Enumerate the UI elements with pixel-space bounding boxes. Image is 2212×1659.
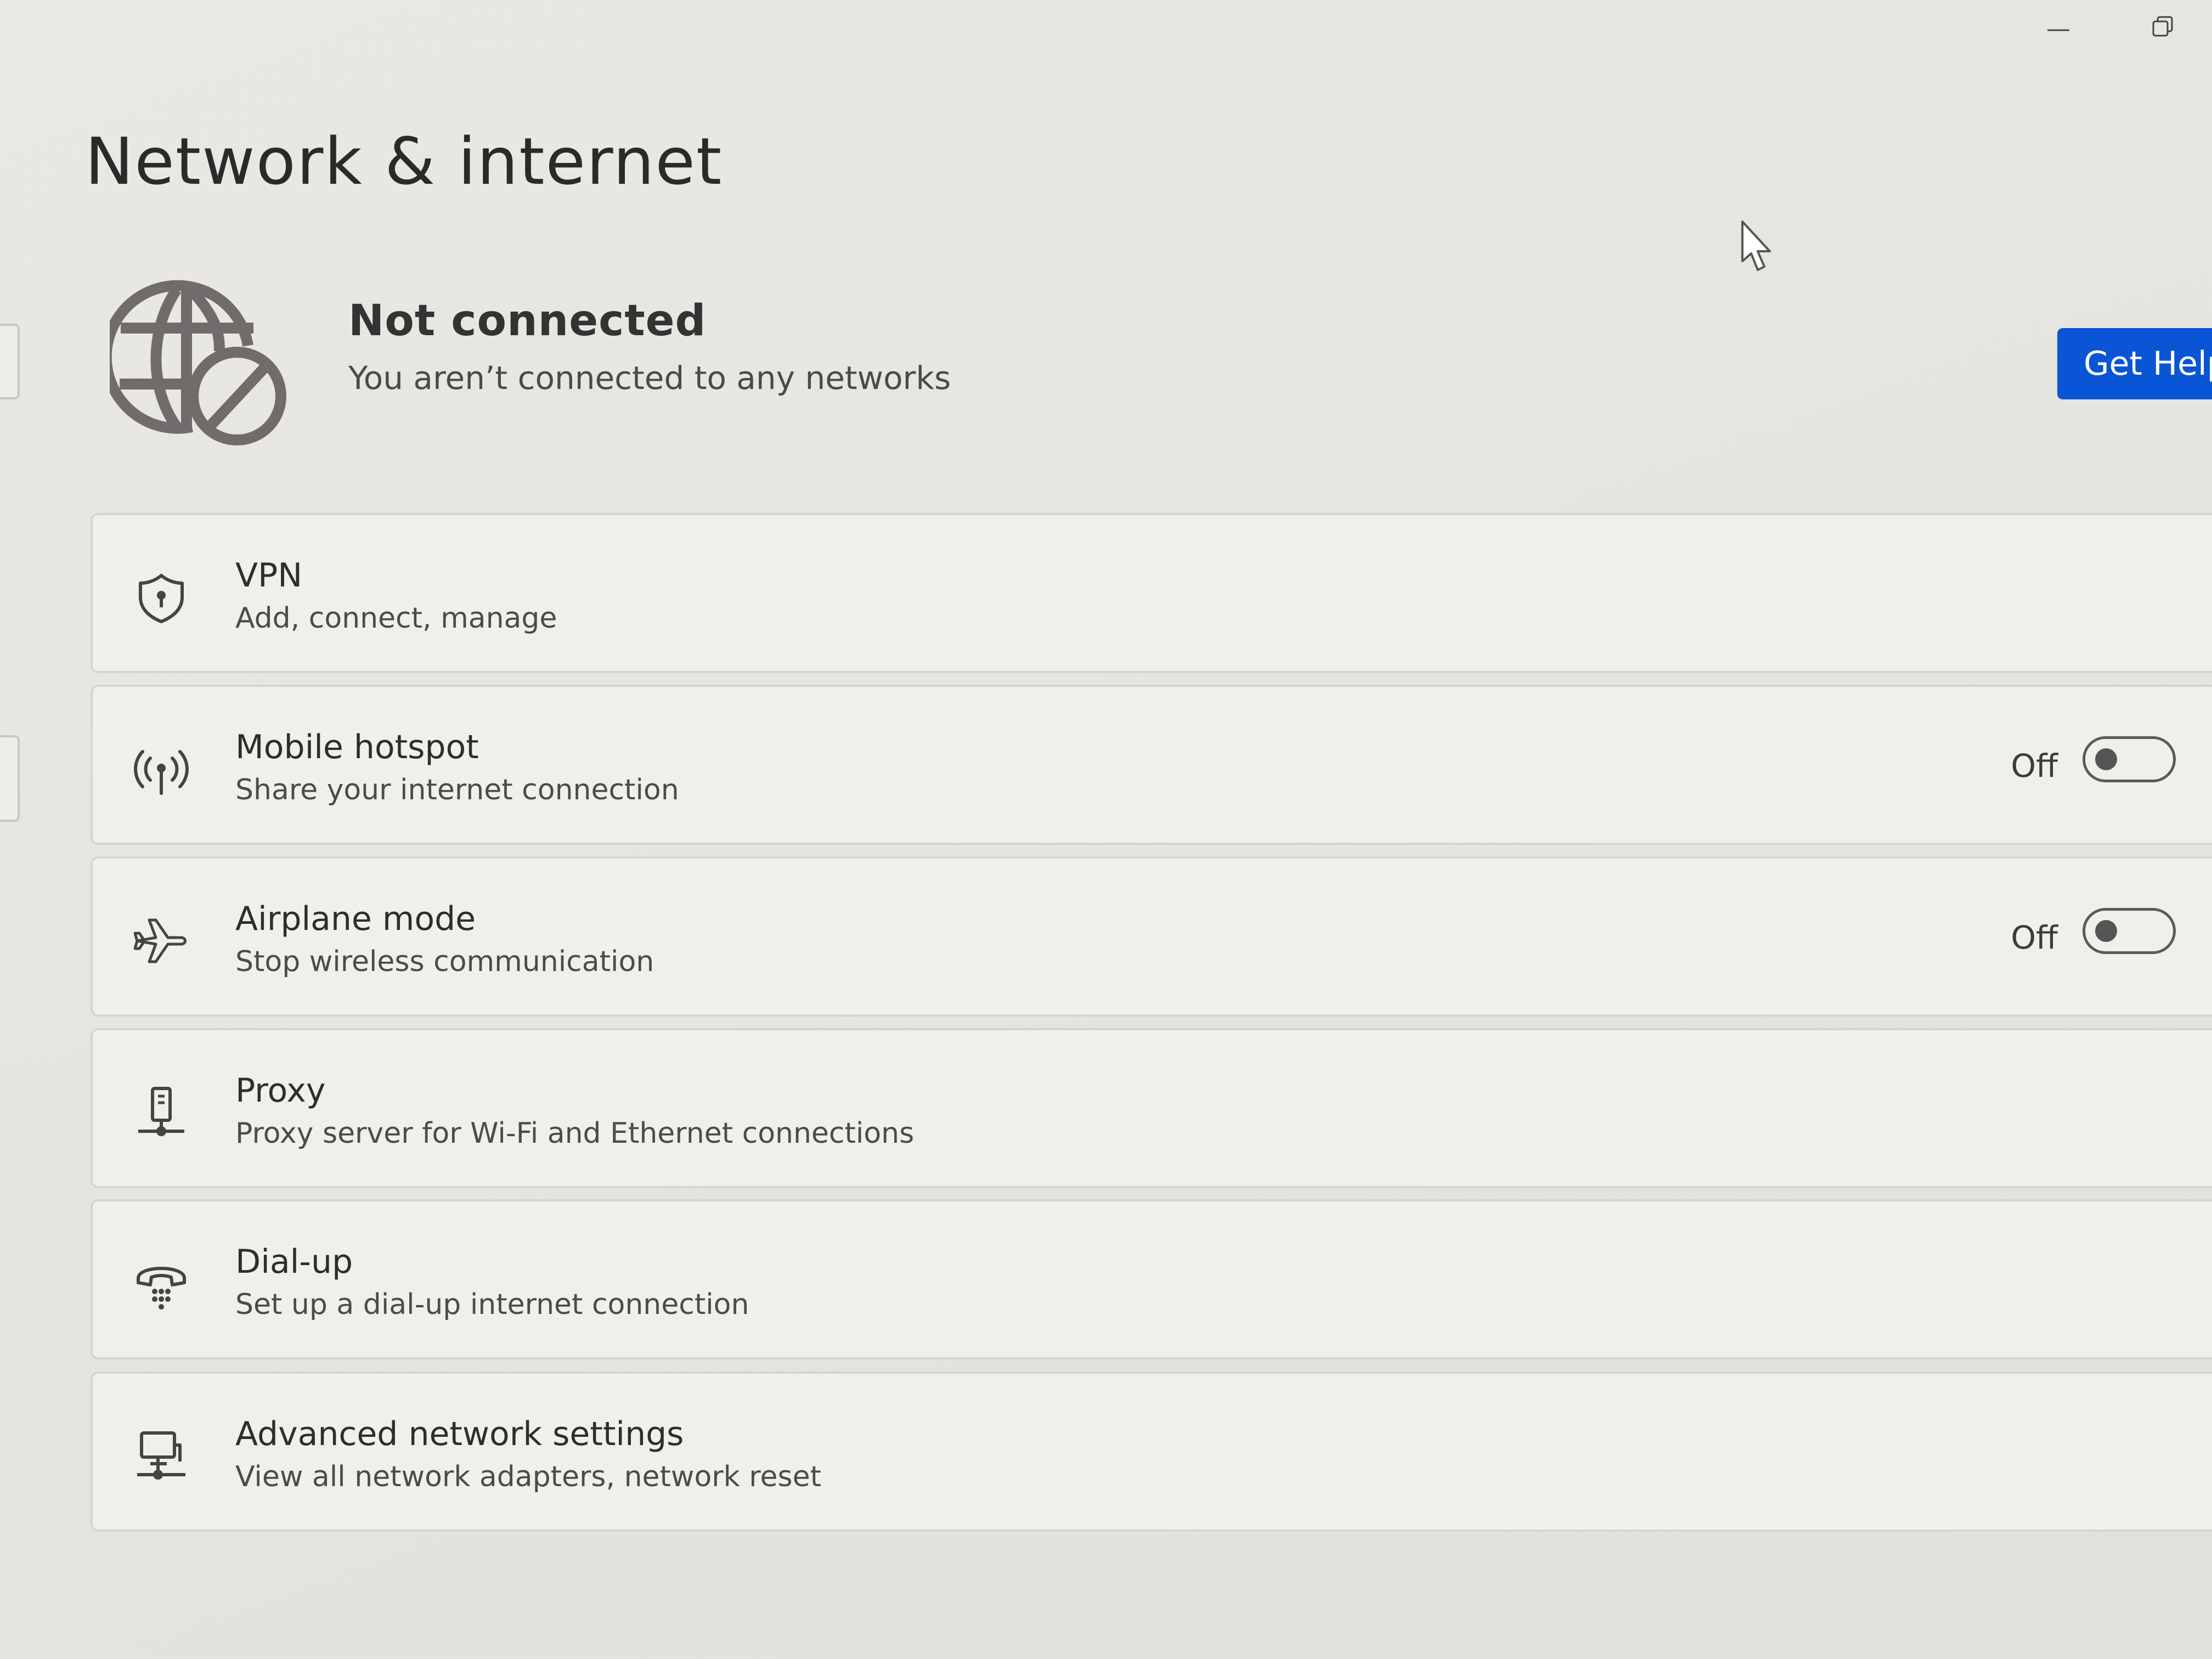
advanced-network-settings-subtitle: View all network adapters, network reset bbox=[235, 1460, 821, 1493]
globe-not-connected-icon bbox=[110, 280, 286, 445]
proxy-title: Proxy bbox=[235, 1071, 326, 1110]
vpn-title: VPN bbox=[235, 556, 303, 595]
connection-status-title: Not connected bbox=[348, 296, 707, 346]
minimize-icon bbox=[2047, 29, 2069, 31]
get-help-button[interactable]: Get Help bbox=[2057, 328, 2212, 399]
mouse-cursor-icon bbox=[1741, 221, 1771, 271]
minimize-button[interactable] bbox=[2036, 5, 2080, 49]
network-computer-icon bbox=[137, 1431, 185, 1480]
proxy-subtitle: Proxy server for Wi-Fi and Ethernet conn… bbox=[235, 1117, 915, 1150]
airplane-mode-card[interactable]: Airplane mode Stop wireless communicatio… bbox=[91, 856, 2212, 1017]
mobile-hotspot-subtitle: Share your internet connection bbox=[235, 774, 679, 806]
proxy-card[interactable]: Proxy Proxy server for Wi-Fi and Etherne… bbox=[91, 1028, 2212, 1188]
toggle-knob bbox=[2095, 920, 2117, 942]
proxy-server-icon bbox=[138, 1087, 184, 1136]
nav-edge-top bbox=[0, 324, 20, 399]
dial-up-card[interactable]: Dial-up Set up a dial-up internet connec… bbox=[91, 1199, 2212, 1359]
mobile-hotspot-title: Mobile hotspot bbox=[235, 728, 479, 766]
shield-icon bbox=[139, 574, 184, 623]
mobile-hotspot-toggle-label: Off bbox=[2011, 747, 2058, 785]
window-controls bbox=[2036, 5, 2185, 49]
airplane-mode-toggle-label: Off bbox=[2011, 919, 2058, 956]
hotspot-icon bbox=[134, 750, 189, 795]
advanced-network-settings-title: Advanced network settings bbox=[235, 1415, 684, 1453]
mobile-hotspot-card[interactable]: Mobile hotspot Share your internet conne… bbox=[91, 685, 2212, 845]
mobile-hotspot-toggle[interactable] bbox=[2083, 736, 2176, 782]
vpn-subtitle: Add, connect, manage bbox=[235, 602, 557, 635]
connection-status-subtitle: You aren’t connected to any networks bbox=[348, 359, 951, 397]
dial-up-phone-icon bbox=[137, 1267, 186, 1310]
toggle-knob bbox=[2095, 748, 2117, 770]
restore-icon bbox=[2152, 16, 2173, 37]
dial-up-subtitle: Set up a dial-up internet connection bbox=[235, 1288, 749, 1321]
dial-up-title: Dial-up bbox=[235, 1243, 353, 1281]
page-title: Network & internet bbox=[85, 123, 723, 199]
airplane-icon bbox=[134, 918, 187, 963]
airplane-mode-title: Airplane mode bbox=[235, 900, 476, 938]
airplane-mode-subtitle: Stop wireless communication bbox=[235, 945, 654, 978]
nav-edge-middle bbox=[0, 735, 20, 822]
restore-button[interactable] bbox=[2141, 5, 2185, 49]
airplane-mode-toggle[interactable] bbox=[2083, 908, 2176, 954]
advanced-network-settings-card[interactable]: Advanced network settings View all netwo… bbox=[91, 1372, 2212, 1532]
vpn-card[interactable]: VPN Add, connect, manage bbox=[91, 513, 2212, 673]
